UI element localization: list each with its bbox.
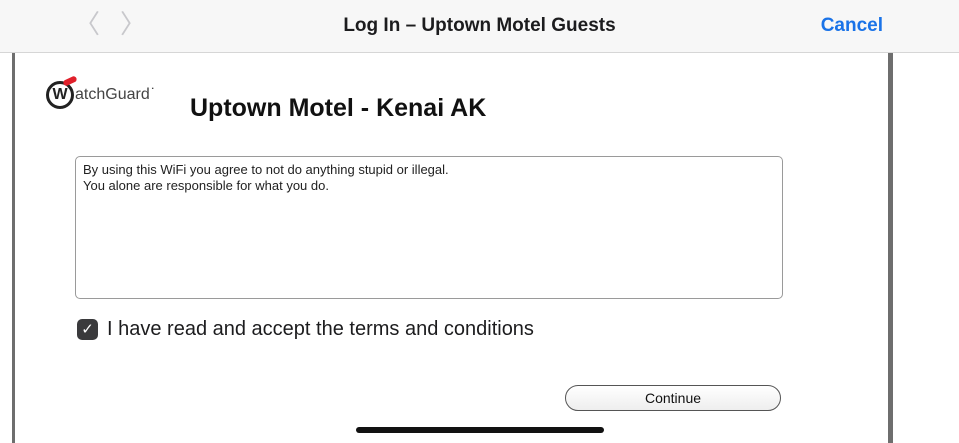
accept-terms-label[interactable]: I have read and accept the terms and con… — [107, 318, 534, 341]
logo-badge: W — [46, 75, 78, 109]
watchguard-logo: W atchGuard ˙ — [46, 75, 157, 110]
accept-terms-row[interactable]: ✓ I have read and accept the terms and c… — [77, 316, 534, 342]
continue-button[interactable]: Continue — [565, 385, 781, 411]
outer-margin — [893, 53, 959, 443]
portal-heading: Uptown Motel - Kenai AK — [190, 94, 487, 122]
navigation-bar: 〈 〉 Log In – Uptown Motel Guests Cancel — [0, 0, 959, 53]
cancel-button[interactable]: Cancel — [821, 15, 883, 37]
accept-checkbox[interactable]: ✓ — [77, 318, 98, 340]
checkmark-icon: ✓ — [81, 320, 94, 338]
page-title: Log In – Uptown Motel Guests — [343, 15, 616, 36]
terms-textarea[interactable]: By using this WiFi you agree to not do a… — [75, 156, 783, 299]
home-indicator — [356, 427, 604, 433]
logo-mark: ˙ — [150, 86, 157, 103]
logo-text: atchGuard — [75, 86, 150, 103]
logo-letter: W — [52, 86, 68, 103]
